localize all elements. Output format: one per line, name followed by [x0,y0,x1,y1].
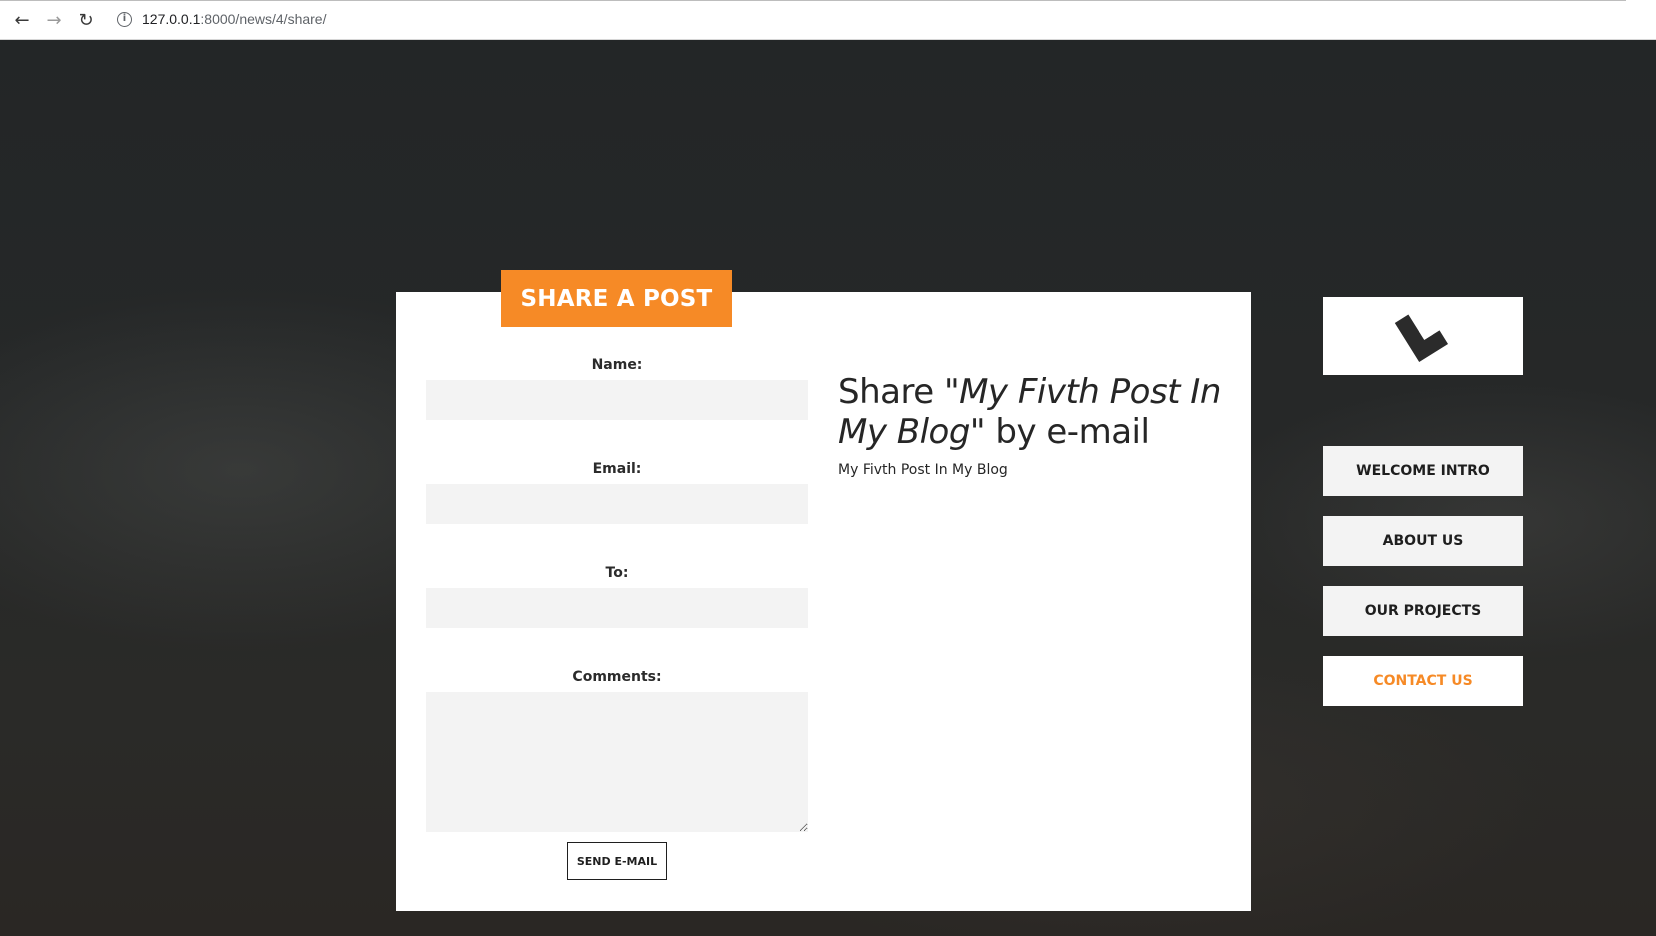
post-title-text: My Fivth Post In My Blog [838,462,1008,478]
comments-field[interactable] [426,692,808,832]
to-field[interactable] [426,588,808,628]
email-field[interactable] [426,484,808,524]
info-icon[interactable]: i [117,12,132,27]
name-field[interactable] [426,380,808,420]
window-top-border [0,0,1626,1]
forward-icon[interactable]: → [42,8,66,32]
brand-logo-icon [1394,314,1449,362]
logo[interactable] [1323,297,1523,375]
to-label: To: [605,565,629,581]
share-heading: Share "My Fivth Post In My Blog" by e-ma… [838,372,1238,452]
email-label: Email: [592,461,642,477]
url-path: :8000/news/4/share/ [200,11,327,27]
share-form: Name: Email: To: Comments: [426,350,808,832]
nav-contact-us[interactable]: CONTACT US [1323,656,1523,706]
comments-label: Comments: [572,669,662,685]
section-title-badge: SHARE A POST [501,270,732,327]
share-heading-suffix: by e-mail [985,412,1150,452]
browser-toolbar: ← → ↻ i 127.0.0.1:8000/news/4/share/ [0,0,1656,40]
url-host: 127.0.0.1 [142,11,201,27]
share-heading-prefix: Share [838,372,944,412]
reload-icon[interactable]: ↻ [74,8,98,32]
back-icon[interactable]: ← [10,8,34,32]
nav-our-projects[interactable]: OUR PROJECTS [1323,586,1523,636]
nav-welcome-intro[interactable]: WELCOME INTRO [1323,446,1523,496]
nav-about-us[interactable]: ABOUT US [1323,516,1523,566]
address-bar[interactable]: 127.0.0.1:8000/news/4/share/ [142,11,326,27]
name-label: Name: [591,357,643,373]
send-email-button[interactable]: SEND E-MAIL [567,842,667,880]
